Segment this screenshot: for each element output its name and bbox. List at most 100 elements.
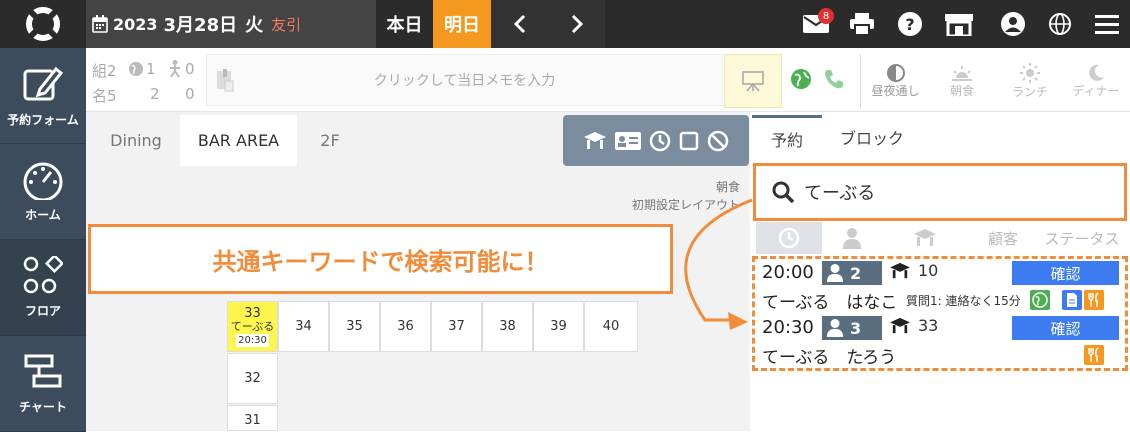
meal-label: ディナー bbox=[1072, 83, 1120, 98]
seat-number: 33 bbox=[244, 305, 261, 321]
chevron-left-icon bbox=[513, 14, 525, 34]
language-button[interactable] bbox=[1037, 0, 1083, 48]
reservation-people: 2 bbox=[822, 261, 882, 285]
day-memo-input[interactable]: クリックして当日メモを入力 bbox=[206, 54, 723, 106]
meal-breakfast[interactable]: 朝食 bbox=[928, 54, 996, 108]
sort-time[interactable] bbox=[756, 222, 822, 254]
people-count-value: 3 bbox=[850, 318, 862, 338]
seat-34[interactable]: 34 bbox=[278, 301, 329, 352]
seat-35[interactable]: 35 bbox=[329, 301, 380, 352]
print-button[interactable] bbox=[839, 0, 885, 48]
sidebar-item-label: チャート bbox=[19, 400, 67, 414]
sort-table[interactable] bbox=[882, 222, 968, 254]
seat-36[interactable]: 36 bbox=[380, 301, 431, 352]
presentation-icon bbox=[742, 71, 764, 92]
half-moon-icon bbox=[886, 63, 905, 82]
people-value: 5 bbox=[107, 87, 117, 105]
seat-31[interactable]: 31 bbox=[227, 405, 278, 431]
groups-count: 組2 bbox=[92, 60, 117, 81]
search-value: てーぶる bbox=[804, 183, 876, 204]
prev-day-button[interactable] bbox=[491, 0, 548, 48]
person-icon bbox=[826, 319, 844, 337]
layout-label: 朝食 初期設定レイアウト bbox=[600, 178, 740, 214]
cutlery-icon bbox=[1084, 290, 1104, 310]
date-weekday: 火 bbox=[245, 15, 264, 36]
groups-label: 組 bbox=[92, 62, 108, 80]
table-icon bbox=[890, 317, 910, 333]
sidebar-item-label: フロア bbox=[24, 304, 61, 318]
reservation-table: 33 bbox=[888, 316, 938, 335]
cutlery-icon bbox=[1084, 345, 1104, 365]
chart-icon bbox=[24, 354, 62, 388]
store-button[interactable] bbox=[936, 0, 982, 48]
meal-lunch[interactable]: ランチ bbox=[996, 54, 1064, 108]
meal-dinner[interactable]: ディナー bbox=[1062, 54, 1130, 108]
id-card-icon[interactable] bbox=[615, 131, 641, 151]
next-day-button[interactable] bbox=[548, 0, 605, 48]
calendar-icon bbox=[92, 15, 108, 33]
moon-icon bbox=[1089, 64, 1104, 81]
web-reservation-icon[interactable] bbox=[790, 68, 812, 94]
seat-37[interactable]: 37 bbox=[431, 301, 482, 352]
people-label: 名 bbox=[92, 87, 108, 105]
mail-button[interactable] bbox=[793, 0, 839, 48]
sidebar-item-home[interactable]: ホーム bbox=[0, 144, 86, 240]
tab-block[interactable]: ブロック bbox=[840, 115, 904, 159]
reservation-row[interactable]: 20:30 3 33 確認 てーぶる たろう bbox=[756, 313, 1126, 368]
seat-38[interactable]: 38 bbox=[482, 301, 533, 352]
memo-placeholder: クリックして当日メモを入力 bbox=[373, 73, 556, 89]
today-button[interactable]: 本日 bbox=[376, 0, 433, 48]
seat-32[interactable]: 32 bbox=[227, 353, 278, 404]
tab-2f[interactable]: 2F bbox=[300, 115, 360, 166]
guest-name: てーぶる たろう bbox=[762, 348, 897, 368]
app-logo[interactable] bbox=[0, 0, 86, 48]
ban-icon[interactable] bbox=[707, 130, 729, 152]
seat-39[interactable]: 39 bbox=[533, 301, 584, 352]
date-display[interactable]: 2023 3月28日 火 友引 bbox=[86, 0, 376, 48]
logo-icon bbox=[26, 7, 60, 41]
web-groups-value: 1 bbox=[146, 60, 156, 78]
clock-icon[interactable] bbox=[649, 130, 671, 152]
seat-33[interactable]: 33 てーぶる 20:30 bbox=[227, 301, 278, 352]
svg-text:?: ? bbox=[905, 15, 914, 34]
account-button[interactable] bbox=[990, 0, 1036, 48]
tab-dining[interactable]: Dining bbox=[94, 115, 178, 166]
status-badge[interactable]: 確認 bbox=[1012, 316, 1119, 340]
help-button[interactable]: ? bbox=[887, 0, 933, 48]
status-badge[interactable]: 確認 bbox=[1012, 261, 1119, 285]
square-icon[interactable] bbox=[679, 131, 699, 151]
sidebar-item-floor[interactable]: フロア bbox=[0, 240, 86, 336]
phone-icon[interactable] bbox=[823, 68, 845, 94]
meal-label: ランチ bbox=[1011, 84, 1048, 99]
callout-banner: 共通キーワードで検索可能に！ bbox=[88, 224, 673, 294]
gauge-icon bbox=[23, 162, 63, 200]
search-input[interactable]: てーぶる bbox=[753, 163, 1127, 221]
table-icon[interactable] bbox=[583, 131, 607, 151]
menu-button[interactable] bbox=[1084, 0, 1130, 48]
reservation-note: 質問1: 連絡なく15分 bbox=[906, 294, 1021, 308]
sidebar-item-chart[interactable]: チャート bbox=[0, 336, 86, 432]
walk-in-groups-value: 0 bbox=[185, 60, 195, 78]
mail-badge: 8 bbox=[818, 8, 834, 24]
hamburger-icon bbox=[1095, 15, 1119, 34]
sidebar-item-reservation-form[interactable]: 予約フォーム bbox=[0, 48, 86, 144]
seat-40[interactable]: 40 bbox=[584, 301, 638, 352]
tab-bar-area[interactable]: BAR AREA bbox=[180, 115, 297, 166]
date-month-day: 3月28日 bbox=[163, 15, 238, 36]
globe-icon bbox=[1049, 13, 1071, 35]
seat-display-toggles bbox=[563, 115, 749, 166]
people-count-value: 2 bbox=[850, 263, 862, 283]
tab-reservations[interactable]: 予約 bbox=[752, 115, 822, 159]
meal-all-day[interactable]: 昼夜通し bbox=[860, 54, 930, 108]
sort-status[interactable]: ステータス bbox=[1038, 222, 1126, 254]
tomorrow-button[interactable]: 明日 bbox=[433, 0, 491, 48]
presentation-button[interactable] bbox=[724, 54, 782, 108]
printer-icon bbox=[850, 13, 874, 35]
person-icon bbox=[843, 228, 861, 249]
web-reservation-icon bbox=[1030, 290, 1050, 310]
store-icon bbox=[945, 14, 973, 36]
sort-people[interactable] bbox=[822, 222, 882, 254]
reservation-row[interactable]: 20:00 2 10 確認 てーぶる はなこ 質問1: 連絡なく15分 bbox=[756, 258, 1126, 313]
meal-label: 昼夜通し bbox=[871, 83, 920, 98]
sort-customer[interactable]: 顧客 bbox=[968, 222, 1038, 254]
